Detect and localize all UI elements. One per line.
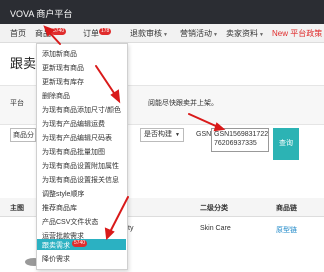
products-dropdown-menu: 添加新商品 更新现有商品 更新现有库存 删除商品 为现有商品添加尺寸/颜色 为现… bbox=[36, 43, 128, 270]
gsn-input[interactable]: GSN15698317224899 76206937335 bbox=[211, 128, 269, 152]
table-cell-ty: ty bbox=[128, 225, 134, 232]
nav-products-badge: 5740 bbox=[51, 28, 67, 36]
chevron-down-icon: ▼ bbox=[213, 32, 218, 38]
th-main-image: 主图 bbox=[10, 205, 24, 212]
nav-orders-badge: 178 bbox=[99, 28, 112, 36]
menu-item-edit-size-chart[interactable]: 为现有产品编辑尺码表 bbox=[42, 133, 112, 143]
nav-platform-policy[interactable]: New 平台政策 bbox=[272, 28, 322, 39]
nav-seller-label: 卖家资料 bbox=[226, 29, 258, 38]
menu-item-add-size-color[interactable]: 为现有商品添加尺寸/颜色 bbox=[42, 105, 121, 115]
chevron-down-icon: ▼ bbox=[259, 32, 264, 38]
category-select[interactable]: 商品分 bbox=[10, 128, 36, 142]
menu-item-extra-attributes[interactable]: 为现有商品设置附加属性 bbox=[42, 161, 119, 171]
nav-products[interactable]: 商品 5740 bbox=[35, 28, 67, 39]
menu-item-style-order[interactable]: 调整style顺序 bbox=[42, 189, 84, 199]
page-title: 跟卖 bbox=[10, 56, 37, 71]
nav-refund-review[interactable]: 退款审核▼ bbox=[130, 28, 168, 39]
menu-item-add-product[interactable]: 添加新商品 bbox=[42, 49, 77, 59]
menu-item-follow-sell-label: 跟卖需求 5740 bbox=[42, 240, 88, 250]
th-second-category: 二级分类 bbox=[200, 205, 228, 212]
nav-orders[interactable]: 订单 178 bbox=[83, 28, 112, 39]
nav-home[interactable]: 首页 bbox=[10, 28, 26, 39]
menu-item-update-stock[interactable]: 更新现有库存 bbox=[42, 77, 84, 87]
nav-seller-info[interactable]: 卖家资料▼ bbox=[226, 28, 264, 39]
follow-sell-badge: 5740 bbox=[71, 240, 88, 247]
chevron-down-icon: ▼ bbox=[163, 32, 168, 38]
menu-item-update-product[interactable]: 更新现有商品 bbox=[42, 63, 84, 73]
menu-item-price-reduce[interactable]: 降价需求 bbox=[42, 254, 70, 264]
menu-item-customs-info[interactable]: 为现有商品设置报关信息 bbox=[42, 175, 119, 185]
notice-text-start: 平台 bbox=[10, 100, 24, 107]
menu-item-follow-sell[interactable]: 跟卖需求 5740 bbox=[37, 239, 126, 250]
nav-marketing[interactable]: 营销活动▼ bbox=[180, 28, 218, 39]
nav-products-label: 商品 bbox=[35, 29, 51, 38]
build-status-value: 是否构建 bbox=[144, 131, 172, 138]
nav-refund-label: 退款审核 bbox=[130, 29, 162, 38]
menu-item-delete-product[interactable]: 删除商品 bbox=[42, 91, 70, 101]
build-status-select[interactable]: 是否构建 ▼ bbox=[140, 128, 184, 142]
app-title: VOVA 商户平台 bbox=[10, 9, 73, 19]
menu-item-csv-status[interactable]: 产品CSV文件状态 bbox=[42, 217, 98, 227]
table-cell-category: Skin Care bbox=[200, 225, 231, 232]
table-cell-link[interactable]: 原型链 bbox=[276, 225, 297, 235]
follow-sell-text: 跟卖需求 bbox=[42, 242, 70, 250]
nav-marketing-label: 营销活动 bbox=[180, 29, 212, 38]
chevron-down-icon: ▼ bbox=[175, 132, 180, 138]
menu-item-edit-shipping[interactable]: 为现有产品编辑运费 bbox=[42, 119, 105, 129]
nav-home-label: 首页 bbox=[10, 29, 26, 38]
notice-text-end: 阅能尽快跟卖并上架。 bbox=[148, 100, 218, 107]
th-product-link: 商品链 bbox=[276, 205, 297, 212]
main-nav: 首页 商品 5740 订单 178 退款审核▼ 营销活动▼ 卖家资料▼ New 平台… bbox=[0, 24, 324, 43]
menu-item-recommend-library[interactable]: 推荐商品库 bbox=[42, 203, 77, 213]
nav-policy-label: New 平台政策 bbox=[272, 29, 323, 38]
menu-item-bulk-add-images[interactable]: 为现有商品批量加图 bbox=[42, 147, 105, 157]
top-bar: VOVA 商户平台 bbox=[0, 0, 324, 24]
nav-orders-label: 订单 bbox=[83, 29, 99, 38]
search-button[interactable]: 查询 bbox=[273, 128, 299, 160]
